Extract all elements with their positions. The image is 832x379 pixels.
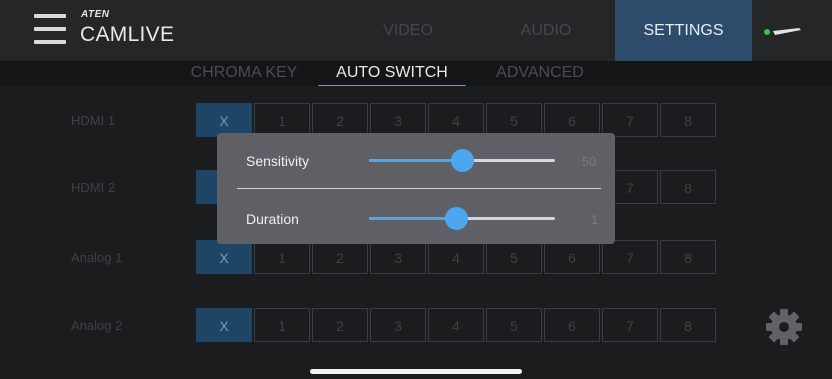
input-button-5[interactable]: 5 (486, 308, 542, 342)
input-button-7[interactable]: 7 (602, 240, 658, 274)
input-button-1[interactable]: 1 (254, 308, 310, 342)
input-button-2[interactable]: 2 (312, 240, 368, 274)
app-title: CAMLIVE (80, 23, 175, 46)
input-button-2[interactable]: 2 (312, 308, 368, 342)
input-button-3[interactable]: 3 (370, 240, 426, 274)
input-button-3[interactable]: 3 (370, 308, 426, 342)
tab-advanced[interactable]: ADVANCED (486, 61, 594, 85)
input-button-none[interactable]: X (196, 103, 252, 137)
input-button-4[interactable]: 4 (428, 103, 484, 137)
hamburger-menu-icon[interactable] (34, 14, 66, 44)
duration-slider-fill (369, 217, 457, 220)
tab-chroma-key[interactable]: CHROMA KEY (186, 61, 302, 85)
sensitivity-slider-thumb[interactable] (451, 149, 474, 172)
gear-icon[interactable] (764, 307, 804, 347)
sensitivity-label: Sensitivity (246, 153, 310, 169)
input-button-8[interactable]: 8 (660, 240, 716, 274)
input-button-2[interactable]: 2 (312, 103, 368, 137)
input-button-6[interactable]: 6 (544, 308, 600, 342)
input-button-3[interactable]: 3 (370, 103, 426, 137)
input-button-4[interactable]: 4 (428, 308, 484, 342)
input-button-none[interactable]: X (196, 240, 252, 274)
duration-slider[interactable] (369, 207, 555, 230)
hdmi-1-button-row: X12345678 (196, 103, 718, 137)
tab-auto-switch[interactable]: AUTO SWITCH (318, 61, 466, 86)
tab-audio[interactable]: AUDIO (493, 0, 599, 61)
duration-label: Duration (246, 211, 299, 227)
input-button-4[interactable]: 4 (428, 240, 484, 274)
input-button-8[interactable]: 8 (660, 103, 716, 137)
duration-value: 1 (591, 212, 599, 227)
analog-2-button-row: X12345678 (196, 308, 718, 342)
row-label-analog-2: Analog 2 (71, 318, 123, 333)
input-button-1[interactable]: 1 (254, 103, 310, 137)
input-button-none[interactable]: X (196, 308, 252, 342)
tab-video[interactable]: VIDEO (355, 0, 461, 61)
vendor-logo: ATEN (81, 9, 110, 20)
input-button-5[interactable]: 5 (486, 240, 542, 274)
input-button-1[interactable]: 1 (254, 240, 310, 274)
input-button-6[interactable]: 6 (544, 103, 600, 137)
sensitivity-slider[interactable] (369, 149, 555, 172)
auto-switch-popover: Sensitivity 50 Duration 1 (217, 133, 615, 244)
tab-settings[interactable]: SETTINGS (615, 0, 752, 61)
sensitivity-value: 50 (582, 154, 597, 169)
row-label-hdmi-1: HDMI 1 (71, 113, 116, 128)
input-button-8[interactable]: 8 (660, 308, 716, 342)
home-indicator (310, 369, 522, 374)
duration-slider-thumb[interactable] (445, 207, 469, 230)
input-button-7[interactable]: 7 (602, 308, 658, 342)
input-button-5[interactable]: 5 (486, 103, 542, 137)
row-label-hdmi-2: HDMI 2 (71, 180, 116, 195)
device-status-icon (764, 28, 801, 35)
analog-1-button-row: X12345678 (196, 240, 718, 274)
input-button-7[interactable]: 7 (602, 103, 658, 137)
input-button-6[interactable]: 6 (544, 240, 600, 274)
input-button-8[interactable]: 8 (660, 170, 716, 204)
row-label-analog-1: Analog 1 (71, 250, 123, 265)
popover-divider (237, 188, 601, 189)
sensitivity-slider-fill (369, 159, 462, 162)
